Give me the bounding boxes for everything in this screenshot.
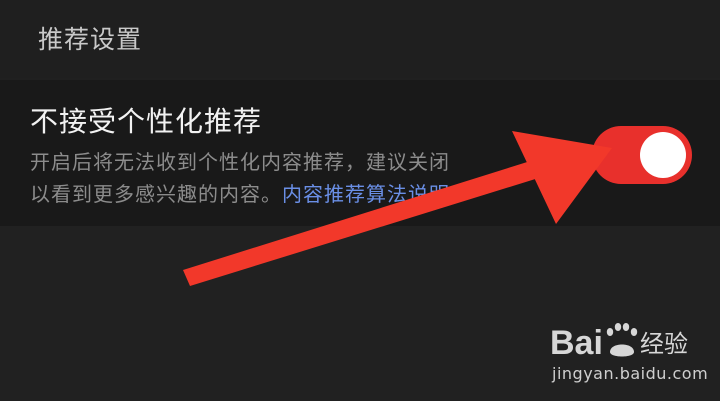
baidu-paw-icon: Bai 经验 — [550, 323, 688, 362]
setting-description-line1: 开启后将无法收到个性化内容推荐，建议关闭 — [30, 150, 450, 174]
personalized-recommendation-toggle[interactable] — [592, 126, 692, 184]
setting-title: 不接受个性化推荐 — [30, 105, 263, 138]
watermark-logo-text: Bai — [550, 324, 603, 362]
section-title: 推荐设置 — [38, 25, 143, 54]
setting-row-personalized-recommendation[interactable]: 不接受个性化推荐 开启后将无法收到个性化内容推荐，建议关闭 以看到更多感兴趣的内… — [0, 80, 720, 226]
settings-screen: 推荐设置 不接受个性化推荐 开启后将无法收到个性化内容推荐，建议关闭 以看到更多… — [0, 0, 720, 401]
toggle-knob — [640, 132, 686, 178]
section-header: 推荐设置 — [0, 0, 720, 78]
watermark-logo-suffix: 经验 — [640, 330, 688, 358]
setting-description-line2: 以看到更多感兴趣的内容。 — [30, 182, 282, 206]
setting-description: 开启后将无法收到个性化内容推荐，建议关闭 以看到更多感兴趣的内容。内容推荐算法说… — [30, 146, 530, 210]
watermark-url: jingyan.baidu.com — [552, 364, 709, 383]
algorithm-explanation-link[interactable]: 内容推荐算法说明 — [282, 182, 450, 206]
watermark: Bai 经验 jingyan.baidu.com — [548, 318, 708, 388]
